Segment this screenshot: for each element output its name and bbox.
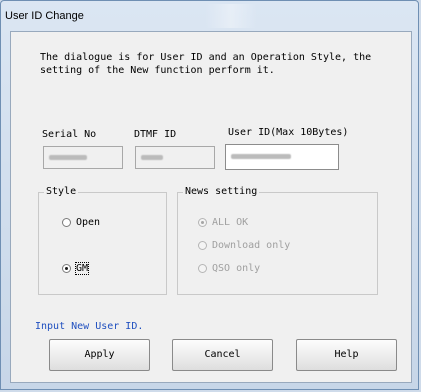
serial-no-field xyxy=(43,146,123,169)
help-button[interactable]: Help xyxy=(296,339,397,371)
news-group-title: News setting xyxy=(183,186,260,197)
user-id-value-redacted xyxy=(231,154,291,159)
style-group-title: Style xyxy=(44,186,79,197)
style-gm-radio[interactable]: GM xyxy=(62,262,90,275)
style-open-label: Open xyxy=(76,217,101,228)
news-setting-groupbox: News setting ALL OK Download only QSO on… xyxy=(177,186,378,295)
radio-icon xyxy=(62,218,71,227)
serial-no-label: Serial No xyxy=(42,129,97,140)
window-title: User ID Change xyxy=(5,10,84,22)
news-all-ok-label: ALL OK xyxy=(212,217,249,228)
dialog-window: User ID Change The dialogue is for User … xyxy=(0,0,419,390)
serial-no-value-redacted xyxy=(49,155,87,160)
style-groupbox: Style Open GM xyxy=(38,186,167,295)
dtmf-id-label: DTMF ID xyxy=(134,129,177,140)
style-gm-label: GM xyxy=(74,262,90,275)
dtmf-id-field xyxy=(135,146,215,169)
radio-checked-icon xyxy=(198,218,207,227)
style-open-radio[interactable]: Open xyxy=(62,217,100,228)
news-all-ok-radio[interactable]: ALL OK xyxy=(198,217,248,228)
user-id-input[interactable] xyxy=(225,144,339,170)
dialog-body: The dialogue is for User ID and an Opera… xyxy=(10,31,412,383)
user-id-label: User ID(Max 10Bytes) xyxy=(228,127,349,138)
radio-checked-icon xyxy=(62,264,71,273)
radio-icon xyxy=(198,264,207,273)
dtmf-id-value-redacted xyxy=(141,155,163,160)
description-text: The dialogue is for User ID and an Opera… xyxy=(40,52,372,76)
news-download-only-radio[interactable]: Download only xyxy=(198,240,290,251)
title-bar-highlight xyxy=(205,4,257,28)
status-message: Input New User ID. xyxy=(35,321,144,332)
cancel-button[interactable]: Cancel xyxy=(172,339,273,371)
news-download-only-label: Download only xyxy=(212,240,291,251)
apply-button[interactable]: Apply xyxy=(49,339,150,371)
radio-icon xyxy=(198,241,207,250)
title-bar[interactable]: User ID Change xyxy=(1,1,418,31)
news-qso-only-radio[interactable]: QSO only xyxy=(198,263,260,274)
news-qso-only-label: QSO only xyxy=(212,263,261,274)
